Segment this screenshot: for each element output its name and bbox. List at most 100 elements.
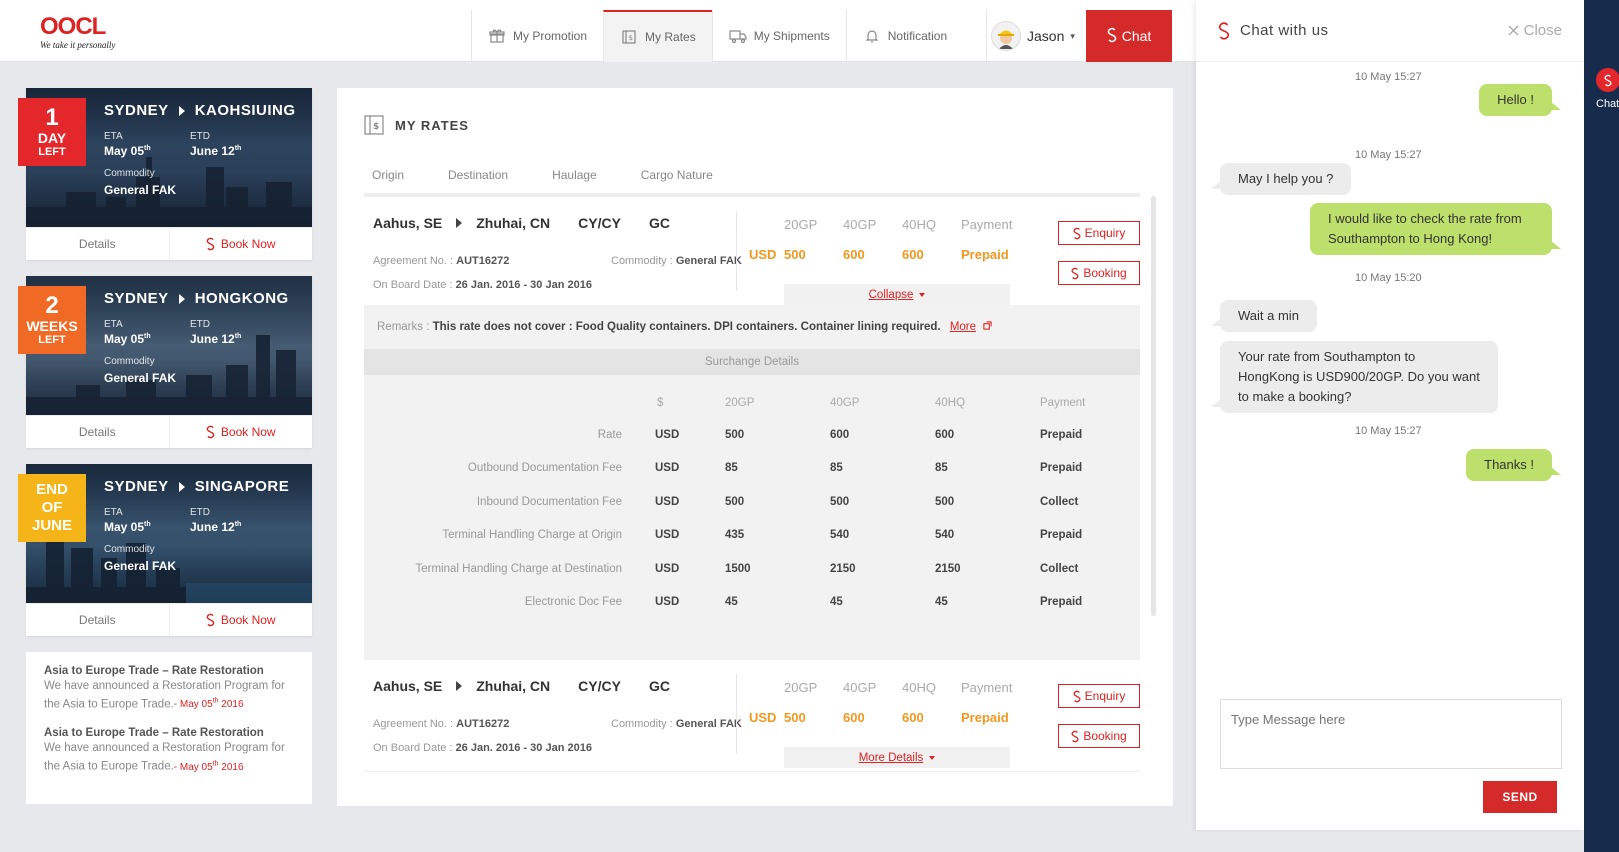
user-name: Jason <box>1027 28 1065 44</box>
enquiry-button[interactable]: Enquiry <box>1058 221 1140 245</box>
arrow-right-icon <box>456 218 463 228</box>
card-actions: Details Book Now <box>26 603 312 636</box>
nav-my-shipments[interactable]: My Shipments <box>711 10 846 62</box>
surcharge-row: Terminal Handling Charge at Destination U… <box>415 562 1079 575</box>
etd-value: June 12th <box>190 144 242 158</box>
logo-tagline: We take it personally <box>40 40 116 50</box>
chat-title: Chat with us <box>1240 22 1329 39</box>
route-title: SYDNEY SINGAPORE <box>104 478 304 495</box>
rate-cargo-nature: GC <box>648 215 670 231</box>
route-card[interactable]: 1 DAY LEFT SYDNEY KAOHSIUING ETA May 05th… <box>18 88 312 260</box>
nav-notification[interactable]: Notification <box>845 10 963 62</box>
s-icon <box>206 237 215 251</box>
surcharge-row: Outbound Documentation Fee USD 85 85 85 Prepa… <box>467 462 1083 474</box>
message-time: 10 May 15:27 <box>1355 425 1422 437</box>
col-payment: Payment <box>961 217 1013 232</box>
message-outgoing: Thanks ! <box>1466 449 1561 481</box>
filter-origin[interactable]: Origin <box>372 168 404 182</box>
route-destination: KAOHSIUING <box>194 102 296 119</box>
oocl-logo[interactable]: OOCL We take it personally <box>40 15 116 51</box>
page-title: $ MY RATES <box>363 114 469 136</box>
more-details-toggle[interactable]: More Details <box>784 747 1010 768</box>
chat-s-icon <box>1107 27 1117 46</box>
divider <box>736 674 737 754</box>
booking-button[interactable]: Booking <box>1058 724 1140 748</box>
nav-my-rates[interactable]: $ My Rates <box>603 10 712 62</box>
details-button[interactable]: Details <box>26 416 170 448</box>
book-now-button[interactable]: Book Now <box>170 228 313 260</box>
svg-text:$: $ <box>373 122 380 132</box>
caret-down-icon <box>929 755 936 760</box>
surcharge-details: Remarks : This rate does not cover : Foo… <box>364 305 1140 660</box>
rate-cargo-nature: GC <box>648 678 670 694</box>
agreement-no: Agreement No. : AUT16272 <box>373 718 510 730</box>
news-item[interactable]: Asia to Europe Trade – Rate Restoration … <box>44 664 294 712</box>
rate-origin: Aahus, SE <box>373 678 443 694</box>
card-actions: Details Book Now <box>26 227 312 260</box>
news-item[interactable]: Asia to Europe Trade – Rate Restoration … <box>44 726 294 774</box>
route-origin: SYDNEY <box>104 290 169 307</box>
chat-rail-icon[interactable] <box>1596 68 1619 92</box>
commodity-value: General FAK <box>104 371 177 385</box>
route-card[interactable]: END OF JUNE SYDNEY SINGAPORE ETA May 05th… <box>18 464 312 636</box>
rate-row: Aahus, SE Zhuhai, CN CY/CY GC Agreement … <box>364 193 1140 305</box>
user-menu[interactable]: Jason ▾ <box>986 10 1089 62</box>
send-button[interactable]: SEND <box>1483 781 1557 813</box>
price-currency: USD <box>749 247 777 262</box>
col-payment: Payment <box>961 680 1013 695</box>
rate-origin: Aahus, SE <box>373 215 443 231</box>
surcharge-row: Terminal Handling Charge at Origin USD 435… <box>442 529 1083 541</box>
nav-my-promotion[interactable]: My Promotion <box>471 10 603 62</box>
schedule: ETA May 05th ETD June 12th <box>104 319 304 346</box>
avatar <box>991 21 1021 51</box>
rate-commodity: Commodity : General FAK <box>611 718 742 730</box>
message-incoming: May I help you ? <box>1210 163 1352 195</box>
agreement-no: Agreement No. : AUT16272 <box>373 255 510 267</box>
chat-button[interactable]: Chat <box>1086 10 1172 62</box>
filter-haulage[interactable]: Haulage <box>552 168 597 182</box>
booking-button[interactable]: Booking <box>1058 261 1140 285</box>
commodity-value: General FAK <box>104 559 177 573</box>
book-now-button[interactable]: Book Now <box>170 416 313 448</box>
etd-label: ETD <box>190 319 210 330</box>
message-time: 10 May 15:27 <box>1355 71 1422 83</box>
col-40gp: 40GP <box>843 680 877 695</box>
etd-value: June 12th <box>190 332 242 346</box>
route-card[interactable]: 2 WEEKS LEFT SYDNEY HONGKONG ETA May 05th… <box>18 276 313 448</box>
etd-value: June 12th <box>190 520 242 534</box>
s-icon <box>1071 730 1079 742</box>
route-destination: HONGKONG <box>194 290 289 307</box>
message-outgoing: I would like to check the rate from Sout… <box>1310 203 1561 255</box>
price-40gp: 600 <box>843 710 865 725</box>
page-title-text: MY RATES <box>395 117 469 133</box>
badge-number: 2 <box>45 291 59 319</box>
message-incoming: Wait a min <box>1211 300 1317 332</box>
rate-haulage: CY/CY <box>578 678 621 694</box>
close-button[interactable]: Close <box>1508 22 1562 39</box>
filter-destination[interactable]: Destination <box>448 168 508 182</box>
details-button[interactable]: Details <box>26 228 170 260</box>
badge-number: 1 <box>45 103 59 131</box>
rates-panel: $ MY RATES Origin Destination Haulage Ca… <box>337 88 1173 806</box>
details-button[interactable]: Details <box>26 604 170 636</box>
time-left-badge: END OF JUNE <box>18 474 86 542</box>
collapse-toggle[interactable]: Collapse <box>784 284 1010 305</box>
news-title: Asia to Europe Trade – Rate Restoration <box>44 665 264 677</box>
price-20gp: 500 <box>784 710 806 725</box>
time-left-badge: 2 WEEKS LEFT <box>18 286 86 354</box>
commodity-value: General FAK <box>104 183 177 197</box>
eta-label: ETA <box>104 319 123 330</box>
scrollbar[interactable] <box>1151 196 1156 616</box>
book-now-button[interactable]: Book Now <box>170 604 313 636</box>
filter-cargo-nature[interactable]: Cargo Nature <box>641 168 713 182</box>
surcharge-row: Electronic Doc Fee USD 45 45 45 Prepaid <box>524 596 1083 608</box>
message-input[interactable] <box>1220 699 1562 769</box>
route-destination: SINGAPORE <box>194 478 290 495</box>
enquiry-button[interactable]: Enquiry <box>1058 684 1140 708</box>
eta-value: May 05th <box>104 144 151 158</box>
nav-label: My Rates <box>645 30 696 44</box>
more-link[interactable]: More <box>950 321 976 333</box>
truck-icon <box>729 28 747 44</box>
commodity-label: Commodity <box>104 168 155 179</box>
main-nav: My Promotion $ My Rates My Shipments Not… <box>471 10 963 62</box>
